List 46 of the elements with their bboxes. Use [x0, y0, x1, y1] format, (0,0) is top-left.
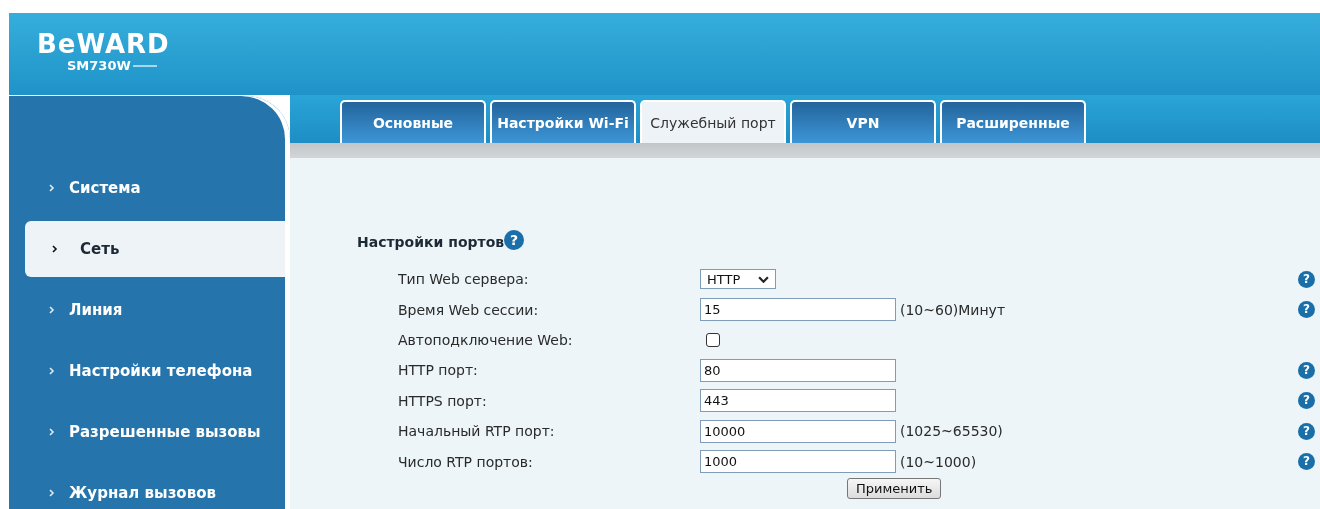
input-field[interactable]: 1000: [700, 450, 896, 474]
range-hint: (1025~65530): [900, 423, 1003, 440]
tab[interactable]: Служебный порт: [640, 100, 786, 143]
sidebar-item[interactable]: Журнал вызовов: [9, 465, 285, 509]
help-button[interactable]: ?: [1298, 422, 1315, 440]
section-title: Настройки портов: [357, 234, 505, 250]
sidebar-item[interactable]: Линия: [9, 282, 285, 338]
apply-button[interactable]: Применить: [847, 477, 942, 499]
field-label: HTTPS порт:: [397, 392, 488, 409]
logo: BeWARD: [37, 30, 170, 58]
help-button[interactable]: ?: [1298, 392, 1315, 410]
chevron-icon: [49, 184, 55, 192]
input-field[interactable]: 10000: [700, 419, 896, 443]
chevron-icon: [49, 306, 55, 314]
range-hint: (10~1000): [900, 453, 977, 470]
field-label: Число RTP портов:: [397, 453, 534, 470]
field-label: Автоподключение Web:: [397, 331, 574, 348]
chevron-icon: [52, 245, 58, 253]
help-button[interactable]: ?: [1298, 453, 1315, 471]
tab[interactable]: Настройки Wi-Fi: [490, 100, 636, 143]
help-button[interactable]: ?: [1298, 270, 1315, 288]
dropdown[interactable]: HTTP: [700, 269, 776, 290]
help-button[interactable]: ?: [1298, 361, 1315, 379]
field-label: HTTP порт:: [397, 362, 479, 379]
tab[interactable]: VPN: [790, 100, 936, 143]
input-field[interactable]: 443: [700, 389, 896, 413]
chevron-icon: [49, 428, 55, 436]
sidebar-item[interactable]: Сеть: [25, 221, 285, 277]
tab[interactable]: Основные: [340, 100, 486, 143]
field-label: Время Web сессии:: [397, 301, 540, 318]
chevron-down-icon: [758, 275, 769, 283]
chevron-icon: [49, 367, 55, 375]
model-name: SM730W: [65, 59, 157, 73]
help-button[interactable]: ?: [1298, 301, 1315, 319]
field-label: Начальный RTP порт:: [397, 423, 556, 440]
input-field[interactable]: 80: [700, 358, 896, 382]
tab[interactable]: Расширенные: [940, 100, 1086, 143]
chevron-icon: [49, 489, 55, 497]
sidebar-item[interactable]: Разрешенные вызовы: [9, 404, 285, 460]
help-button[interactable]: ?: [504, 230, 525, 250]
input-field[interactable]: 15: [700, 298, 896, 322]
sidebar-item[interactable]: Система: [9, 160, 285, 216]
range-hint: (10~60)Минут: [900, 301, 1006, 318]
checkbox[interactable]: [706, 332, 720, 347]
sidebar-item[interactable]: Настройки телефона: [9, 343, 285, 399]
field-label: Тип Web сервера:: [397, 271, 530, 288]
